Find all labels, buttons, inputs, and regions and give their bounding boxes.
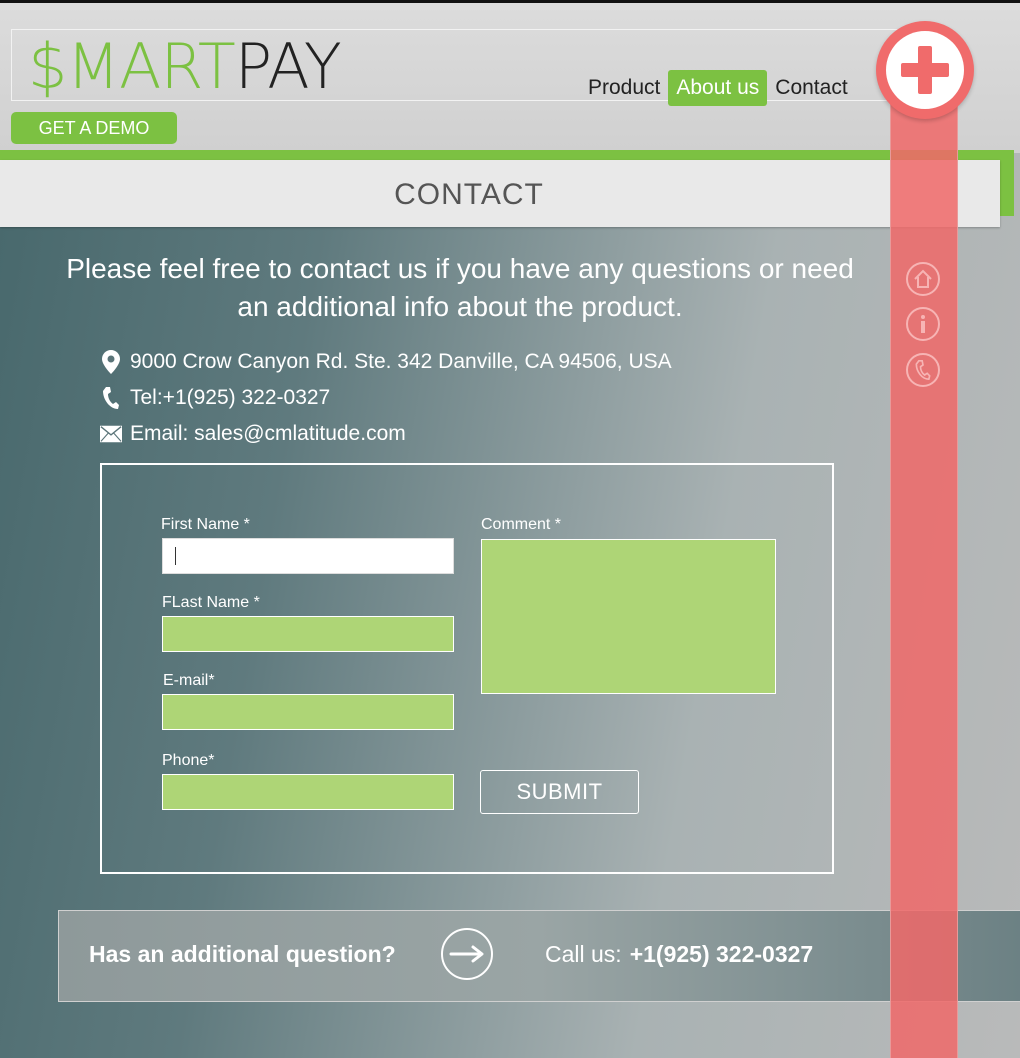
last-name-label: FLast Name *	[162, 594, 260, 611]
plus-icon-inner	[886, 31, 964, 109]
title-bar: CONTACT	[0, 160, 1000, 227]
info-icon[interactable]	[906, 307, 940, 341]
side-panel	[890, 85, 958, 1058]
logo-part-pay: PAY	[234, 30, 342, 103]
cta-call-number[interactable]: +1(925) 322-0327	[630, 941, 814, 967]
home-icon[interactable]	[906, 262, 940, 296]
phone-label: Phone*	[162, 752, 215, 769]
nav-contact[interactable]: Contact	[767, 70, 855, 106]
last-name-input[interactable]	[162, 616, 454, 652]
address-text: 9000 Crow Canyon Rd. Ste. 342 Danville, …	[130, 350, 672, 373]
cta-call-label: Call us:	[545, 941, 622, 967]
nav-product[interactable]: Product	[580, 70, 668, 106]
nav-about-us[interactable]: About us	[668, 70, 768, 106]
first-name-label: First Name *	[161, 516, 250, 533]
first-name-input[interactable]	[162, 538, 454, 574]
phone-side-icon[interactable]	[906, 353, 940, 387]
get-demo-button[interactable]: GET A DEMO	[11, 112, 177, 144]
email-line: Email: sales@cmlatitude.com	[100, 422, 406, 446]
logo-part-smart: $MART	[28, 30, 236, 103]
address-line: 9000 Crow Canyon Rd. Ste. 342 Danville, …	[100, 350, 672, 374]
page-title: CONTACT	[394, 178, 544, 211]
comment-label: Comment *	[481, 516, 562, 533]
email-text[interactable]: Email: sales@cmlatitude.com	[130, 422, 406, 446]
map-pin-icon	[100, 350, 122, 374]
envelope-icon	[100, 422, 122, 446]
main-nav: Product About us Contact	[580, 70, 856, 106]
email-input[interactable]	[162, 694, 454, 730]
call-to-action-bar: Has an additional question? Call us: +1(9…	[58, 910, 1020, 1002]
email-label: E-mail*	[163, 672, 215, 689]
text-caret	[175, 547, 176, 565]
submit-button[interactable]: SUBMIT	[480, 770, 639, 814]
logo[interactable]: $MARTPAY	[28, 34, 342, 100]
plus-icon-bar-v	[918, 46, 932, 94]
phone-text: Tel:+1(925) 322-0327	[130, 386, 331, 409]
intro-text: Please feel free to contact us if you ha…	[66, 253, 854, 322]
comment-textarea[interactable]	[481, 539, 776, 694]
cta-question: Has an additional question?	[89, 941, 396, 967]
phone-input[interactable]	[162, 774, 454, 810]
arrow-right-icon[interactable]	[441, 928, 493, 980]
phone-icon	[100, 386, 122, 410]
cta-call: Call us: +1(925) 322-0327	[545, 941, 813, 968]
plus-icon[interactable]	[876, 21, 974, 119]
phone-line: Tel:+1(925) 322-0327	[100, 386, 330, 410]
